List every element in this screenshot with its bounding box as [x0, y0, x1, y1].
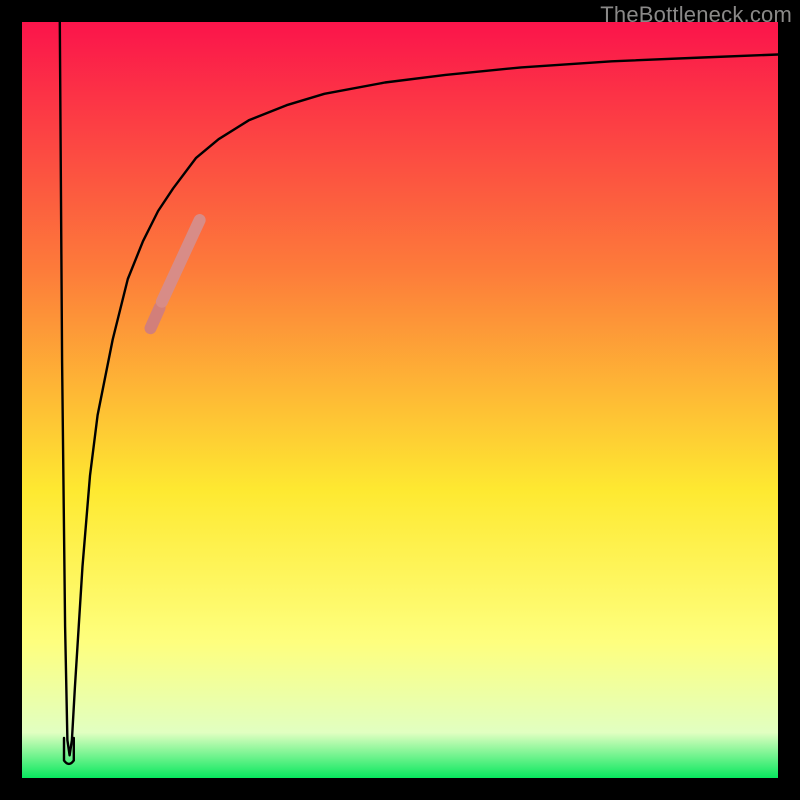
watermark-text: TheBottleneck.com — [600, 2, 792, 28]
gradient-bg — [22, 22, 778, 778]
highlight-segment-lower — [151, 308, 160, 328]
chart-plot — [22, 22, 778, 778]
chart-stage: TheBottleneck.com — [0, 0, 800, 800]
